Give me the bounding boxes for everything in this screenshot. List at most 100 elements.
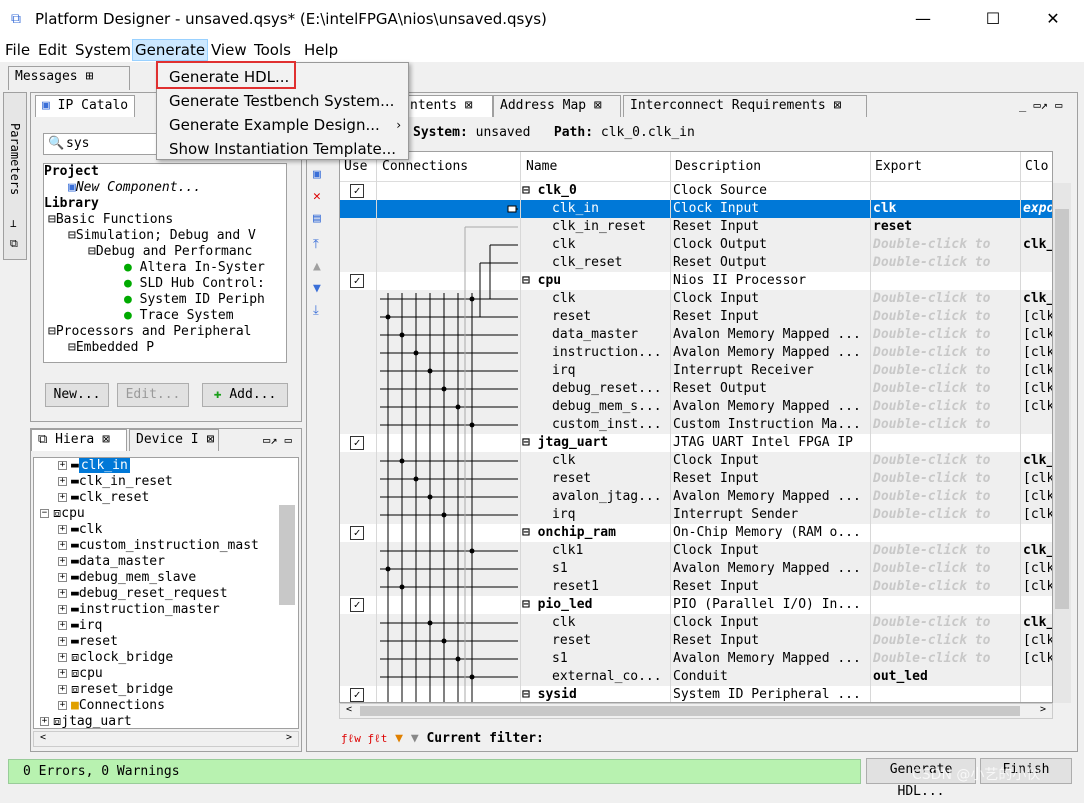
row-export[interactable]: Double-click to [873, 380, 1021, 398]
row-export[interactable]: out_led [873, 668, 1021, 686]
row-export[interactable] [873, 434, 1021, 452]
tab-address-map[interactable]: Address Map ⊠ [493, 95, 621, 117]
table-vscrollbar[interactable] [1053, 183, 1071, 703]
row-export[interactable]: Double-click to [873, 290, 1021, 308]
row-export[interactable]: Double-click to [873, 506, 1021, 524]
side-tab-parameters[interactable]: Parameters ⊥ ⧉ [3, 92, 27, 260]
filter-icon-a[interactable]: ƒℓw ƒℓt [341, 732, 387, 745]
row-export[interactable]: Double-click to [873, 362, 1021, 380]
menu-tools[interactable]: Tools [252, 41, 293, 59]
tree-altera-in-system[interactable]: ● Altera In-Syster [44, 260, 286, 276]
row-export[interactable] [873, 182, 1021, 200]
hier-clk-in-reset[interactable]: + ▬clk_in_reset [34, 474, 298, 490]
hier-custom-instruction[interactable]: + ▬custom_instruction_mast [34, 538, 298, 554]
row-export[interactable]: Double-click to [873, 308, 1021, 326]
col-connections[interactable]: Connections [382, 159, 468, 174]
move-up-icon[interactable]: ▲ [313, 259, 333, 281]
tree-processors[interactable]: ⊟Processors and Peripheral [44, 324, 286, 340]
tree-debug-performance[interactable]: ⊟Debug and Performanc [44, 244, 286, 260]
row-export[interactable]: Double-click to [873, 326, 1021, 344]
hier-clk-in[interactable]: + ▬ clk_in [34, 458, 298, 474]
row-export[interactable] [873, 272, 1021, 290]
close-tab-icon[interactable]: ⊠ [206, 432, 214, 447]
tab-system-contents[interactable]: ntents ⊠ [403, 95, 493, 117]
tree-project[interactable]: Project [44, 164, 286, 180]
col-name[interactable]: Name [526, 159, 557, 174]
hier-debug-mem-slave[interactable]: + ▬debug_mem_slave [34, 570, 298, 586]
maximize-button[interactable]: ☐ [970, 0, 1016, 38]
hierarchy-scrollbar-thumb[interactable] [279, 505, 295, 605]
tree-basic-functions[interactable]: ⊟Basic Functions [44, 212, 286, 228]
remove-icon[interactable]: ✕ [313, 189, 333, 211]
tree-sld-hub[interactable]: ● SLD Hub Control: [44, 276, 286, 292]
move-top-icon[interactable]: ⤒ [313, 237, 333, 259]
float-icon[interactable]: ▭↗ ▭ [263, 433, 292, 447]
tree-embedded[interactable]: ⊟Embedded P [44, 340, 286, 356]
panel-window-icons[interactable]: _ ▭↗ ▭ [1019, 98, 1062, 112]
close-tab-icon[interactable]: ⊠ [102, 432, 110, 447]
menu-generate[interactable]: Generate [132, 39, 209, 61]
row-export[interactable]: reset [873, 218, 1021, 236]
move-bottom-icon[interactable]: ⤓ [313, 303, 333, 325]
minimize-button[interactable]: — [900, 0, 946, 38]
connections-wires[interactable] [340, 182, 524, 703]
hier-connections[interactable]: + ■Connections [34, 698, 298, 714]
row-export[interactable]: Double-click to [873, 344, 1021, 362]
new-button[interactable]: New... [45, 383, 109, 407]
table-vscroll-thumb[interactable] [1055, 209, 1069, 609]
menu-view[interactable]: View [209, 41, 249, 59]
row-export[interactable]: Double-click to [873, 236, 1021, 254]
tree-simulation-debug[interactable]: ⊟Simulation; Debug and V [44, 228, 286, 244]
tab-ip-catalog[interactable]: ▣ IP Catalo [35, 95, 135, 117]
menu-file[interactable]: File [3, 41, 32, 59]
tab-interconnect[interactable]: Interconnect Requirements ⊠ [623, 95, 867, 117]
funnel-icon[interactable]: ▼ [395, 731, 403, 746]
close-tab-icon[interactable]: ⊠ [834, 98, 842, 113]
hier-jtag-uart[interactable]: + ⧈jtag_uart [34, 714, 298, 728]
close-button[interactable]: ✕ [1030, 0, 1076, 38]
hier-reset-bridge[interactable]: + ⧈reset_bridge [34, 682, 298, 698]
tree-system-id[interactable]: ● System ID Periph [44, 292, 286, 308]
hier-data-master[interactable]: + ▬data_master [34, 554, 298, 570]
hier-clk-reset[interactable]: + ▬clk_reset [34, 490, 298, 506]
row-export[interactable] [873, 524, 1021, 542]
row-export[interactable]: clk [873, 200, 1021, 218]
row-export[interactable] [873, 596, 1021, 614]
row-export[interactable]: Double-click to [873, 650, 1021, 668]
tab-messages[interactable]: Messages ⊞ [8, 66, 130, 90]
row-export[interactable]: Double-click to [873, 452, 1021, 470]
col-description[interactable]: Description [675, 159, 761, 174]
row-export[interactable]: Double-click to [873, 398, 1021, 416]
hier-clock-bridge[interactable]: + ⧈clock_bridge [34, 650, 298, 666]
move-down-icon[interactable]: ▼ [313, 281, 333, 303]
add-button[interactable]: ✚ Add... [202, 383, 288, 407]
row-export[interactable]: Double-click to [873, 470, 1021, 488]
hier-cpu-clk[interactable]: + ▬clk [34, 522, 298, 538]
close-tab-icon[interactable]: ⊠ [465, 98, 473, 113]
contents-table[interactable]: Use Connections Name Description Export … [339, 151, 1053, 703]
hier-cpu[interactable]: − ⧈cpu [34, 506, 298, 522]
row-export[interactable] [873, 686, 1021, 702]
row-export[interactable]: Double-click to [873, 254, 1021, 272]
funnel-clear-icon[interactable]: ▼ [411, 731, 419, 746]
hier-instruction-master[interactable]: + ▬instruction_master [34, 602, 298, 618]
edit-button[interactable]: Edit... [117, 383, 189, 407]
col-clock[interactable]: Clo [1025, 159, 1048, 174]
hier-irq[interactable]: + ▬irq [34, 618, 298, 634]
tab-hierarchy[interactable]: ⧉ Hiera ⊠ [31, 429, 127, 451]
row-export[interactable]: Double-click to [873, 632, 1021, 650]
hier-debug-reset-request[interactable]: + ▬debug_reset_request [34, 586, 298, 602]
col-export[interactable]: Export [875, 159, 922, 174]
row-export[interactable]: Double-click to [873, 488, 1021, 506]
close-tab-icon[interactable]: ⊠ [594, 98, 602, 113]
tab-device[interactable]: Device I ⊠ [129, 429, 219, 451]
hier-cpu-sub[interactable]: + ⧈cpu [34, 666, 298, 682]
menu-generate-testbench[interactable]: Generate Testbench System... [169, 92, 394, 110]
row-export[interactable]: Double-click to [873, 614, 1021, 632]
hier-reset[interactable]: + ▬reset [34, 634, 298, 650]
add-component-icon[interactable]: ▣ [313, 167, 333, 189]
menu-help[interactable]: Help [302, 41, 340, 59]
table-hscrollbar[interactable]: < > [339, 703, 1053, 719]
row-export[interactable]: Double-click to [873, 416, 1021, 434]
hierarchy-hscrollbar[interactable]: < > [33, 731, 299, 747]
